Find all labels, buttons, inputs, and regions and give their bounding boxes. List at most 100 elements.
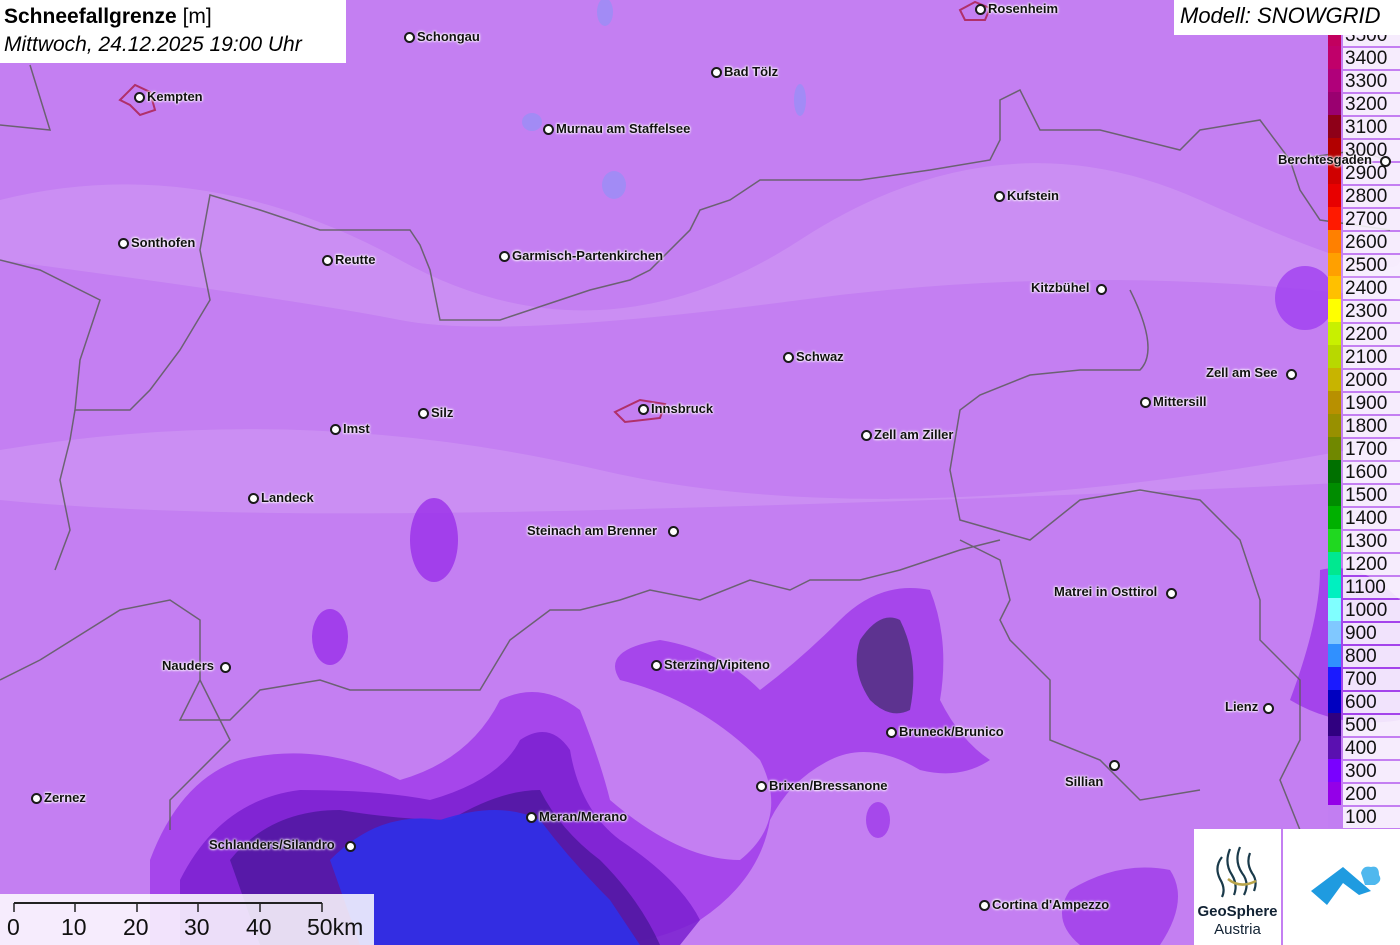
city-label: Silz	[431, 405, 454, 420]
legend-label: 1700	[1343, 439, 1400, 460]
scale-label-20: 20	[123, 914, 149, 940]
scale-label-50km: 50km	[307, 914, 364, 940]
legend-swatch	[1328, 322, 1341, 345]
city-label: Kufstein	[1007, 188, 1059, 203]
legend-row: 3200	[1328, 92, 1400, 115]
geosphere-country: Austria	[1214, 921, 1261, 938]
legend-swatch	[1328, 414, 1341, 437]
legend-label: 1600	[1343, 462, 1400, 483]
city-dot-icon	[220, 662, 231, 673]
city-dot-icon	[418, 408, 429, 419]
legend-label: 1100	[1343, 577, 1400, 598]
legend-row: 3500	[1328, 35, 1400, 46]
legend-swatch	[1328, 69, 1341, 92]
city-dot-icon	[248, 493, 259, 504]
legend-label: 2000	[1343, 370, 1400, 391]
legend-row: 1000	[1328, 598, 1400, 621]
city-label: Schwaz	[796, 349, 844, 364]
city-dot-icon	[330, 424, 341, 435]
legend-row: 500	[1328, 713, 1400, 736]
legend-swatch	[1328, 667, 1341, 690]
legend-swatch	[1328, 276, 1341, 299]
weather-service-logo[interactable]	[1283, 829, 1400, 945]
city-dot-icon	[543, 124, 554, 135]
legend-label: 2500	[1343, 255, 1400, 276]
legend-swatch	[1328, 506, 1341, 529]
city-dot-icon	[668, 526, 679, 537]
geosphere-logo[interactable]: GeoSphere Austria	[1194, 829, 1281, 945]
city-label: Nauders	[162, 658, 215, 673]
city-dot-icon	[1166, 588, 1177, 599]
legend-label: 700	[1343, 669, 1400, 690]
city-label: Sterzing/Vipiteno	[664, 657, 770, 672]
map-title: Schneefallgrenze [m]	[4, 3, 342, 31]
legend-label: 1300	[1343, 531, 1400, 552]
legend-row: 2600	[1328, 230, 1400, 253]
legend-row: 1100	[1328, 575, 1400, 598]
city-label: Meran/Merano	[539, 809, 628, 824]
legend-label: 2700	[1343, 209, 1400, 230]
legend-label: 600	[1343, 692, 1400, 713]
city-label: Reutte	[335, 252, 376, 267]
legend-swatch	[1328, 690, 1341, 713]
legend-swatch	[1328, 805, 1341, 828]
city-label: Bad Tölz	[724, 64, 779, 79]
legend-row: 1300	[1328, 529, 1400, 552]
city-label: Schlanders/Silandro	[209, 837, 335, 852]
city-dot-icon	[345, 841, 356, 852]
legend-row: 900	[1328, 621, 1400, 644]
city-label: Zernez	[44, 790, 86, 805]
scale-label-30: 30	[184, 914, 210, 940]
geosphere-name: GeoSphere	[1197, 903, 1278, 920]
forecast-datetime: Mittwoch, 24.12.2025 19:00 Uhr	[4, 33, 302, 56]
legend-label: 3300	[1343, 71, 1400, 92]
city-dot-icon	[994, 191, 1005, 202]
legend-swatch	[1328, 92, 1341, 115]
cloud-arrow-logo-icon	[1311, 866, 1381, 905]
map-canvas[interactable]	[0, 0, 1400, 945]
legend-label: 3200	[1343, 94, 1400, 115]
legend-row: 300	[1328, 759, 1400, 782]
legend-label: 100	[1343, 807, 1400, 828]
legend-label: 3500	[1343, 35, 1400, 46]
legend-row: 2800	[1328, 184, 1400, 207]
parameter-unit: [m]	[182, 5, 212, 28]
legend-row: 800	[1328, 644, 1400, 667]
legend-swatch	[1328, 184, 1341, 207]
legend-row: 3300	[1328, 69, 1400, 92]
city-label: Matrei in Osttirol	[1054, 584, 1158, 599]
city-label: Murnau am Staffelsee	[556, 121, 691, 136]
legend-swatch	[1328, 207, 1341, 230]
scale-label-10: 10	[61, 914, 87, 940]
city-dot-icon	[499, 251, 510, 262]
legend-swatch	[1328, 759, 1341, 782]
city-dot-icon	[1380, 156, 1391, 167]
city-dot-icon	[31, 793, 42, 804]
city-label: Schongau	[417, 29, 480, 44]
city-dot-icon	[1140, 397, 1151, 408]
city-dot-icon	[886, 727, 897, 738]
city-dot-icon	[134, 92, 145, 103]
legend-row: 3400	[1328, 46, 1400, 69]
city-label: Bruneck/Brunico	[899, 724, 1004, 739]
city-dot-icon	[783, 352, 794, 363]
legend-swatch	[1328, 598, 1341, 621]
legend-row: 200	[1328, 782, 1400, 805]
legend-row: 400	[1328, 736, 1400, 759]
legend-swatch	[1328, 552, 1341, 575]
city-label: Rosenheim	[988, 1, 1059, 16]
legend-label: 2800	[1343, 186, 1400, 207]
legend-label: 800	[1343, 646, 1400, 667]
city-dot-icon	[651, 660, 662, 671]
city-label: Landeck	[261, 490, 314, 505]
city-dot-icon	[322, 255, 333, 266]
legend-label: 2400	[1343, 278, 1400, 299]
legend-swatch	[1328, 299, 1341, 322]
legend-swatch	[1328, 368, 1341, 391]
legend-label: 1800	[1343, 416, 1400, 437]
legend-row: 1700	[1328, 437, 1400, 460]
city-label: Kitzbühel	[1031, 280, 1090, 295]
city-label: Zell am Ziller	[874, 427, 954, 442]
model-label: Modell: SNOWGRID	[1174, 0, 1400, 35]
city-label: Kempten	[147, 89, 203, 104]
